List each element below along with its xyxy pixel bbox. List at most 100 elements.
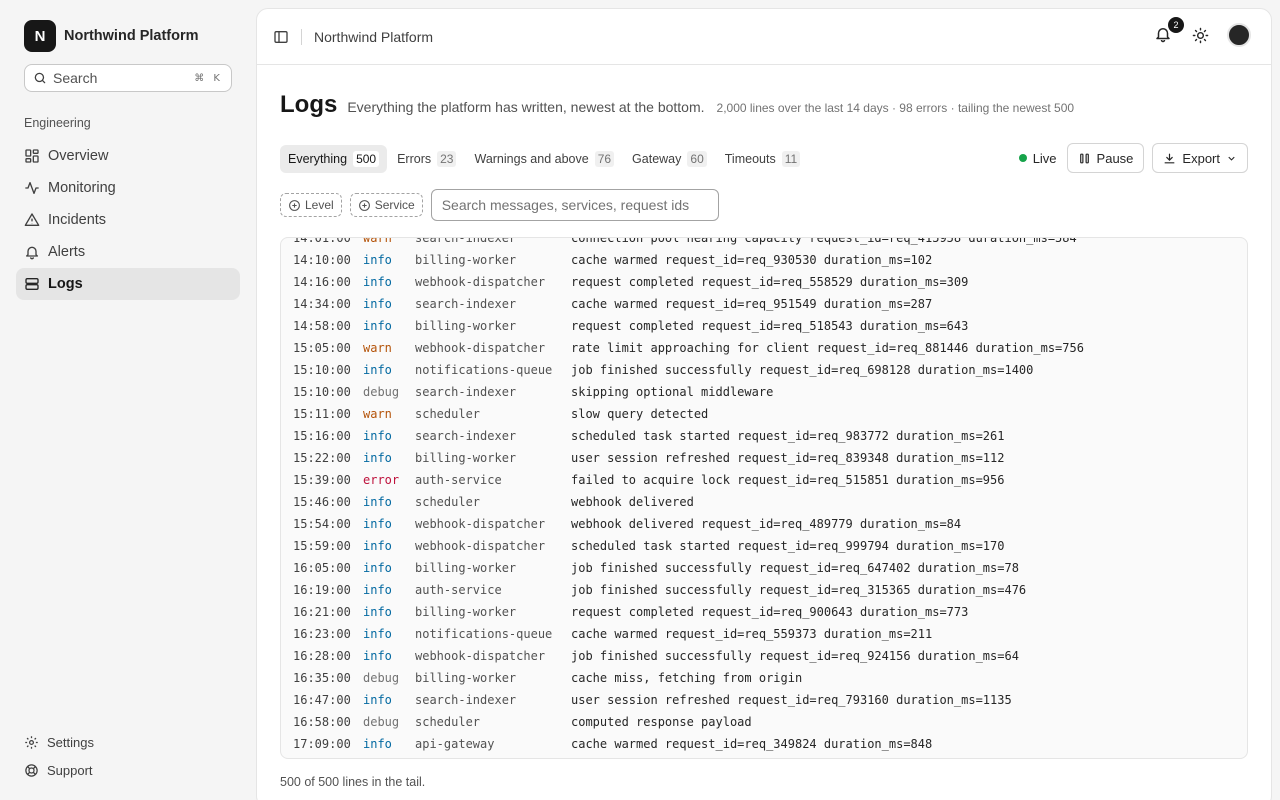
tab-label: Warnings and above [474,152,589,166]
service-filter-label: Service [374,198,415,212]
log-level: info [363,539,392,553]
brand[interactable]: N Northwind Platform [24,20,199,52]
sidebar-item-settings[interactable]: Settings [16,728,240,756]
service-filter[interactable]: Service [349,193,423,217]
log-row[interactable]: 15:16:00 info search-indexer scheduled task… [281,425,1247,447]
log-time: 15:59:00 [293,539,351,553]
log-row[interactable]: 16:47:00 info search-indexer user session r… [281,689,1247,711]
tab-errors[interactable]: Errors 23 [389,145,464,173]
log-row[interactable]: 16:23:00 info notifications-queue cache war… [281,623,1247,645]
log-time: 14:16:00 [293,275,351,289]
log-row[interactable]: 14:01:00 warn search-indexer connection poo… [281,237,1247,249]
log-row[interactable]: 15:54:00 info webhook-dispatcher webhook de… [281,513,1247,535]
log-message: cache miss, fetching from origin [571,671,803,685]
tab-gateway[interactable]: Gateway 60 [624,145,715,173]
sidebar-item-logs[interactable]: Logs [16,268,240,300]
log-time: 16:58:00 [293,715,351,729]
log-level: info [363,605,392,619]
log-time: 14:34:00 [293,297,351,311]
level-filter[interactable]: Level [280,193,342,217]
sidebar-item-label: Overview [48,148,109,164]
tab-label: Timeouts [724,152,776,166]
log-time: 16:21:00 [293,605,351,619]
log-row[interactable]: 16:21:00 info billing-worker request comple… [281,601,1247,623]
log-level: debug [363,671,400,685]
log-row[interactable]: 15:10:00 info notifications-queue job finis… [281,359,1247,381]
log-service: search-indexer [415,237,517,245]
log-level: info [363,737,392,751]
log-time: 16:28:00 [293,649,351,663]
sidebar-footer: Settings Support [16,728,240,784]
log-row[interactable]: 16:05:00 info billing-worker job finished s… [281,557,1247,579]
log-row[interactable]: 16:35:00 debug billing-worker cache miss, f… [281,667,1247,689]
log-row[interactable]: 15:05:00 warn webhook-dispatcher rate limit… [281,337,1247,359]
sun-icon[interactable] [1192,27,1209,44]
log-row[interactable]: 16:19:00 info auth-service job finished suc… [281,579,1247,601]
log-row[interactable]: 16:28:00 info webhook-dispatcher job finish… [281,645,1247,667]
sidebar-item-alerts[interactable]: Alerts [16,236,240,268]
sidebar-item-incidents[interactable]: Incidents [16,204,240,236]
log-row[interactable]: 15:46:00 info scheduler webhook delivered [281,491,1247,513]
log-message: skipping optional middleware [571,385,774,399]
log-viewer[interactable]: 14:01:00 warn search-indexer connection poo… [280,237,1248,759]
log-row[interactable]: 14:34:00 info search-indexer cache warmed r… [281,293,1247,315]
sidebar-toggle-icon[interactable] [273,29,289,45]
log-message: job finished successfully request_id=req… [571,561,1019,575]
log-row[interactable]: 14:58:00 info billing-worker request comple… [281,315,1247,337]
log-row[interactable]: 15:10:00 debug search-indexer skipping opti… [281,381,1247,403]
log-message: scheduled task started request_id=req_98… [571,429,1005,443]
log-level: info [363,627,392,641]
sidebar-item-monitoring[interactable]: Monitoring [16,172,240,204]
log-level: info [363,429,392,443]
sidebar-search[interactable]: Search ⌘ K [24,64,232,92]
log-row[interactable]: 15:39:00 error auth-service failed to acqui… [281,469,1247,491]
log-service: search-indexer [415,429,517,443]
tab-warnings[interactable]: Warnings and above 76 [466,145,622,173]
breadcrumb[interactable]: Northwind Platform [314,29,433,45]
log-level: info [363,561,392,575]
log-tabs: Everything 500 Errors 23 Warnings and ab… [280,145,808,173]
tab-count: 23 [437,151,457,167]
log-row[interactable]: 14:16:00 info webhook-dispatcher request co… [281,271,1247,293]
grid-icon [25,149,39,163]
log-list: 14:01:00 warn search-indexer connection poo… [281,237,1247,755]
log-time: 15:54:00 [293,517,351,531]
tab-count: 11 [781,151,801,167]
log-time: 16:05:00 [293,561,351,575]
avatar[interactable] [1227,23,1251,47]
sidebar-item-support[interactable]: Support [16,756,240,784]
log-row[interactable]: 15:11:00 warn scheduler slow query detected [281,403,1247,425]
log-level: warn [363,407,392,421]
pause-button[interactable]: Pause [1066,143,1145,173]
log-service: billing-worker [415,671,517,685]
log-level: error [363,473,400,487]
log-row[interactable]: 17:09:00 info api-gateway cache warmed requ… [281,733,1247,755]
log-row[interactable]: 14:10:00 info billing-worker cache warmed r… [281,249,1247,271]
log-time: 14:10:00 [293,253,351,267]
pause-icon [1079,153,1089,163]
export-button[interactable]: Export [1152,143,1248,173]
level-filter-label: Level [305,198,334,212]
live-dot [1018,154,1027,162]
log-time: 16:35:00 [293,671,351,685]
log-message: user session refreshed request_id=req_83… [571,451,1005,465]
log-row[interactable]: 16:58:00 debug scheduler computed response … [281,711,1247,733]
log-time: 15:10:00 [293,385,351,399]
main-panel: Northwind Platform 2 Logs Everything the… [256,8,1272,800]
notifications-button[interactable]: 2 [1154,17,1184,45]
log-time: 15:11:00 [293,407,351,421]
tail-note: 500 of 500 lines in the tail. [280,775,426,789]
log-service: billing-worker [415,451,517,465]
tab-everything[interactable]: Everything 500 [280,145,388,173]
log-row[interactable]: 15:22:00 info billing-worker user session r… [281,447,1247,469]
log-message: scheduled task started request_id=req_99… [571,539,1005,553]
log-message: slow query detected [571,407,709,421]
sidebar-item-overview[interactable]: Overview [16,140,240,172]
log-row[interactable]: 15:59:00 info webhook-dispatcher scheduled … [281,535,1247,557]
log-search-input[interactable] [430,189,719,221]
tab-timeouts[interactable]: Timeouts 11 [717,145,808,173]
log-level: info [363,275,392,289]
log-message: webhook delivered request_id=req_489779 … [571,517,962,531]
bell-icon [26,246,38,260]
sidebar-item-label: Logs [48,276,83,292]
